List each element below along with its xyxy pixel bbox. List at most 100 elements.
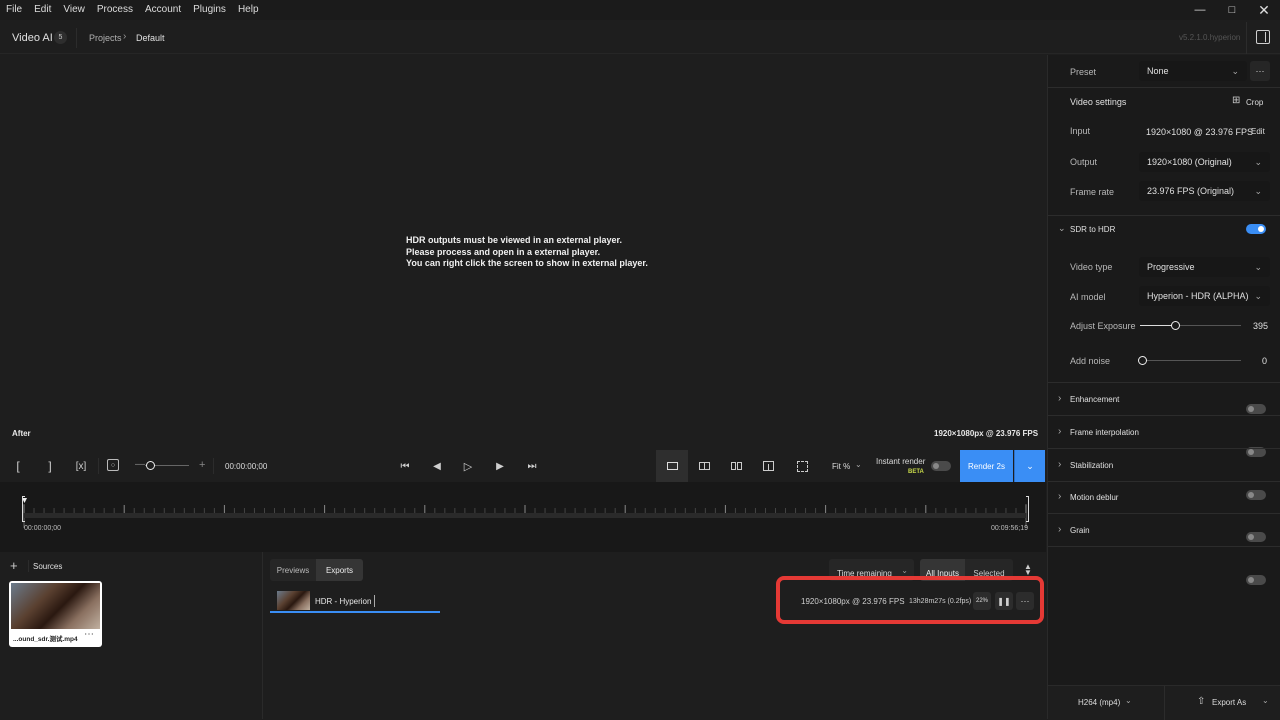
more-options-icon[interactable]: ⋯ — [1016, 592, 1034, 610]
sources-panel: + Sources ...ound_sdr.测试.mp4 ⋯ — [0, 552, 263, 719]
timeline-end-marker[interactable] — [1026, 496, 1029, 522]
export-chevron-icon[interactable]: ⌄ — [1262, 696, 1269, 705]
add-source-icon[interactable]: + — [10, 558, 18, 573]
noise-slider-handle[interactable] — [1138, 356, 1147, 365]
enhancement-title: Enhancement — [1070, 395, 1120, 404]
fullscreen-button[interactable] — [786, 450, 818, 482]
exposure-slider-handle[interactable] — [1171, 321, 1180, 330]
tab-exports-label: Exports — [325, 565, 354, 575]
tab-previews[interactable]: Previews — [270, 559, 316, 581]
crop-button[interactable]: Crop — [1246, 98, 1263, 107]
grain-toggle[interactable] — [1246, 575, 1266, 585]
export-as-button[interactable]: Export As — [1212, 698, 1246, 707]
sdr-hdr-chevron-icon[interactable]: ⌄ — [1058, 223, 1066, 234]
zoom-out-icon[interactable]: — — [135, 459, 145, 470]
enhancement-chevron-icon[interactable]: › — [1058, 393, 1061, 404]
more-icon[interactable]: ⋯ — [84, 629, 94, 640]
menu-process[interactable]: Process — [91, 0, 139, 20]
stabilization-toggle[interactable] — [1246, 490, 1266, 500]
menu-plugins[interactable]: Plugins — [187, 0, 232, 20]
hdr-message-line1: HDR outputs must be viewed in an externa… — [406, 235, 623, 245]
instant-render-label: Instant render — [876, 457, 926, 466]
preset-dropdown[interactable]: None ⌄ — [1139, 61, 1247, 81]
panel-toggle-icon[interactable] — [1256, 30, 1270, 44]
fit-zoom-dropdown[interactable]: Fit % — [832, 462, 850, 471]
pause-icon[interactable]: ❚❚ — [995, 592, 1013, 610]
export-item-time: 13h28m27s (0.2fps) — [909, 598, 972, 605]
fit-chevron-icon: ⌄ — [855, 460, 862, 469]
render-button[interactable]: Render 2s — [960, 450, 1013, 482]
enhancement-toggle[interactable] — [1246, 404, 1266, 414]
frame-interpolation-chevron-icon[interactable]: › — [1058, 426, 1061, 437]
zoom-in-icon[interactable]: + — [199, 459, 205, 471]
input-value: 1920×1080 @ 23.976 FPS — [1146, 127, 1253, 137]
zoom-fit-icon[interactable]: ○ — [107, 459, 119, 471]
grain-title: Grain — [1070, 526, 1090, 535]
sdr-to-hdr-toggle[interactable] — [1246, 224, 1266, 234]
split-view-button[interactable] — [688, 450, 720, 482]
tab-previews-label: Previews — [276, 565, 310, 575]
menu-file[interactable]: File — [0, 0, 28, 20]
single-view-button[interactable] — [656, 450, 688, 482]
breadcrumb-projects[interactable]: Projects — [89, 33, 122, 43]
crop-icon[interactable]: ⊞ — [1232, 95, 1240, 106]
grain-chevron-icon[interactable]: › — [1058, 524, 1061, 535]
export-thumbnail — [277, 591, 310, 610]
tab-exports[interactable]: Exports — [316, 559, 363, 581]
export-icon[interactable]: ⇧ — [1197, 696, 1205, 707]
exports-panel: Previews Exports Time remaining ⌄ All In… — [264, 552, 1046, 719]
skip-start-icon[interactable]: ⏮ — [398, 459, 412, 473]
single-view-icon — [666, 462, 678, 470]
hdr-message-line2: Please process and open in a external pl… — [406, 246, 601, 257]
sort-order-icon[interactable]: ▲ ▼ — [1024, 563, 1032, 577]
compare-grid-button[interactable] — [752, 450, 784, 482]
sources-title: Sources — [33, 562, 63, 571]
prev-frame-icon[interactable]: ◀ — [430, 459, 444, 473]
breadcrumb-current: Default — [136, 33, 165, 43]
preset-label: Preset — [1070, 67, 1097, 77]
motion-deblur-chevron-icon[interactable]: › — [1058, 491, 1061, 502]
mark-in-icon[interactable]: [ — [12, 458, 24, 474]
menu-bar: File Edit View Process Account Plugins H… — [0, 0, 1280, 20]
clear-marks-icon[interactable]: [x] — [74, 458, 88, 474]
output-dropdown[interactable]: 1920×1080 (Original) ⌄ — [1139, 152, 1270, 172]
menu-help[interactable]: Help — [232, 0, 265, 20]
close-icon[interactable]: ✕ — [1248, 0, 1280, 20]
noise-slider-track[interactable] — [1140, 360, 1241, 361]
export-item-resolution: 1920×1080px @ 23.976 FPS — [801, 597, 905, 606]
timeline-start-time: 00:00:00;00 — [24, 525, 61, 532]
next-frame-icon[interactable]: ▶ — [493, 459, 507, 473]
input-edit-button[interactable]: Edit — [1251, 127, 1265, 136]
export-item[interactable]: HDR - Hyperion — [270, 588, 440, 613]
video-settings-title: Video settings — [1070, 97, 1127, 107]
stabilization-chevron-icon[interactable]: › — [1058, 459, 1061, 470]
framerate-dropdown[interactable]: 23.976 FPS (Original) ⌄ — [1139, 181, 1270, 201]
motion-deblur-toggle[interactable] — [1246, 532, 1266, 542]
codec-dropdown[interactable]: H264 (mp4) — [1078, 698, 1120, 707]
timeline[interactable]: 00:00:00;00 00:09:56;19 — [0, 482, 1046, 552]
menu-view[interactable]: View — [57, 0, 91, 20]
export-item-name: HDR - Hyperion — [315, 597, 372, 606]
mark-out-icon[interactable]: ] — [44, 458, 56, 474]
instant-render-toggle[interactable] — [931, 461, 951, 471]
menu-account[interactable]: Account — [139, 0, 187, 20]
menu-edit[interactable]: Edit — [28, 0, 57, 20]
preset-more-icon[interactable]: ⋯ — [1250, 61, 1270, 81]
source-card[interactable]: ...ound_sdr.测试.mp4 ⋯ — [9, 581, 102, 647]
zoom-slider-handle[interactable] — [146, 461, 155, 470]
preview-viewport[interactable]: HDR outputs must be viewed in an externa… — [0, 55, 1046, 450]
codec-chevron-icon: ⌄ — [1125, 696, 1132, 705]
side-by-side-button[interactable] — [720, 450, 752, 482]
timeline-start-marker[interactable] — [22, 496, 25, 522]
chevron-down-icon: ⌄ — [901, 565, 908, 575]
minimize-icon[interactable]: — — [1184, 0, 1216, 20]
exposure-slider-fill — [1140, 325, 1175, 326]
compare-grid-icon — [762, 461, 774, 471]
skip-end-icon[interactable]: ⏭ — [525, 459, 539, 473]
video-type-dropdown[interactable]: Progressive ⌄ — [1139, 257, 1270, 277]
maximize-icon[interactable]: □ — [1216, 0, 1248, 20]
timeline-end-time: 00:09:56;19 — [991, 525, 1028, 532]
play-icon[interactable]: ▷ — [461, 459, 475, 473]
render-options-button[interactable]: ⌄ — [1014, 450, 1045, 482]
ai-model-dropdown[interactable]: Hyperion - HDR (ALPHA) ⌄ — [1139, 286, 1270, 306]
